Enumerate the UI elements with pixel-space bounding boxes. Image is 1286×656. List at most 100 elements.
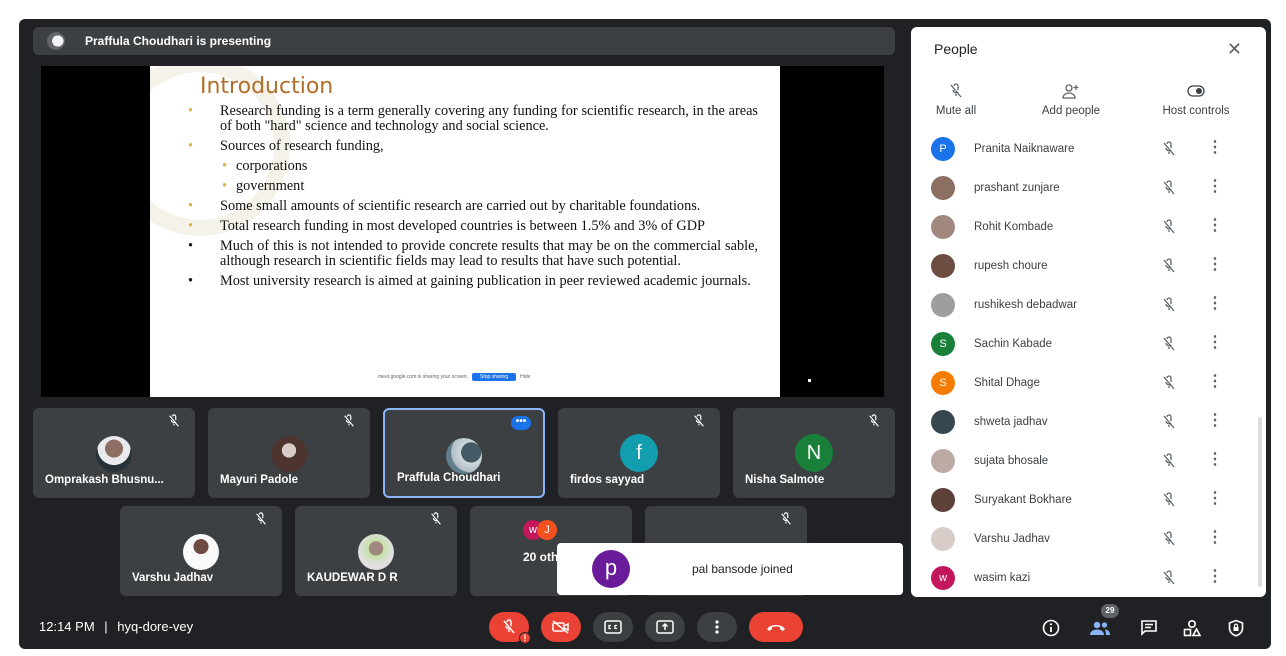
- mic-off-icon: [781, 512, 791, 525]
- captions-button[interactable]: [593, 612, 633, 642]
- presenting-banner[interactable]: Praffula Choudhari is presenting: [33, 27, 895, 55]
- slide-bullet: Some small amounts of scientific researc…: [188, 199, 758, 215]
- participant-row[interactable]: w wasim kazi ⋮: [911, 558, 1251, 597]
- close-icon[interactable]: ✕: [1227, 39, 1242, 60]
- participant-tile[interactable]: N Nisha Salmote: [733, 408, 895, 498]
- participant-row[interactable]: rupesh choure ⋮: [911, 246, 1251, 285]
- participant-avatar: S: [931, 370, 955, 395]
- participant-avatar: [931, 487, 955, 512]
- participant-avatar: w: [931, 565, 955, 590]
- participant-name: Mayuri Padole: [220, 474, 298, 486]
- info-icon: [1042, 619, 1060, 637]
- more-vert-icon[interactable]: ⋮: [1207, 179, 1223, 197]
- camera-toggle-button[interactable]: [541, 612, 581, 642]
- panel-scrollbar[interactable]: [1258, 417, 1262, 587]
- participant-row[interactable]: sujata bhosale ⋮: [911, 441, 1251, 480]
- mic-off-icon[interactable]: [1161, 258, 1177, 274]
- mic-off-icon[interactable]: [1161, 219, 1177, 235]
- mic-off-icon[interactable]: [1161, 297, 1177, 313]
- mic-off-icon: [869, 414, 879, 427]
- participant-tile[interactable]: Mayuri Padole: [208, 408, 370, 498]
- mic-off-icon[interactable]: [1161, 336, 1177, 352]
- more-options-icon[interactable]: •••: [511, 416, 531, 430]
- participant-name: Sachin Kabade: [974, 337, 1053, 350]
- slide-bullet-list: Research funding is a term generally cov…: [188, 104, 758, 294]
- participant-tile[interactable]: Omprakash Bhusnu...: [33, 408, 195, 498]
- chat-icon: [1141, 620, 1157, 636]
- add-people-label: Add people: [1041, 105, 1101, 117]
- hide-button[interactable]: Hide: [520, 374, 530, 380]
- captions-icon: [604, 620, 622, 634]
- show-everyone-button[interactable]: [1087, 615, 1113, 641]
- participant-name: Varshu Jadhav: [974, 532, 1050, 545]
- participant-name: wasim kazi: [974, 571, 1031, 584]
- participant-photo: [183, 534, 219, 570]
- participant-row[interactable]: S Shital Dhage ⋮: [911, 363, 1251, 402]
- participant-tile[interactable]: f firdos sayyad: [558, 408, 720, 498]
- activities-button[interactable]: [1179, 615, 1205, 641]
- participant-row[interactable]: P Pranita Naiknaware ⋮: [911, 129, 1251, 168]
- more-vert-icon[interactable]: ⋮: [1207, 140, 1223, 158]
- screen-share-area[interactable]: Introduction Research funding is a term …: [41, 66, 884, 397]
- add-people-button[interactable]: Add people: [1031, 81, 1111, 117]
- slide-bullet: Sources of research funding,: [188, 139, 758, 155]
- leave-call-button[interactable]: [749, 612, 803, 642]
- more-vert-icon[interactable]: ⋮: [1207, 335, 1223, 353]
- more-vert-icon[interactable]: ⋮: [1207, 296, 1223, 314]
- host-controls-button[interactable]: [1223, 615, 1249, 641]
- more-vert-icon[interactable]: ⋮: [1207, 530, 1223, 548]
- participant-photo: [271, 436, 307, 472]
- toggle-icon: [1187, 85, 1205, 97]
- participant-row[interactable]: shweta jadhav ⋮: [911, 402, 1251, 441]
- mic-off-icon[interactable]: [1161, 375, 1177, 391]
- participant-avatar: S: [931, 331, 955, 356]
- participant-tile-active-speaker[interactable]: ••• Praffula Choudhari: [383, 408, 545, 498]
- more-vert-icon[interactable]: ⋮: [1207, 452, 1223, 470]
- mic-off-icon: [694, 414, 704, 427]
- chat-button[interactable]: [1136, 615, 1162, 641]
- more-options-button[interactable]: [697, 612, 737, 642]
- meeting-details-button[interactable]: [1038, 615, 1064, 641]
- participant-row[interactable]: Varshu Jadhav ⋮: [911, 519, 1251, 558]
- end-call-icon: [767, 625, 785, 631]
- slide-bullet: Much of this is not intended to provide …: [188, 239, 758, 269]
- slide-sub-bullet: corporations: [188, 159, 758, 175]
- people-icon: [1090, 621, 1110, 635]
- participant-row[interactable]: rushikesh debadwar ⋮: [911, 285, 1251, 324]
- participant-row[interactable]: Rohit Kombade ⋮: [911, 207, 1251, 246]
- stop-sharing-button[interactable]: Stop sharing: [472, 373, 517, 381]
- microphone-toggle-button[interactable]: !: [489, 612, 531, 644]
- host-controls-button[interactable]: Host controls: [1151, 81, 1241, 117]
- participant-row[interactable]: prashant zunjare ⋮: [911, 168, 1251, 207]
- present-icon: [656, 620, 674, 634]
- people-panel: People ✕ Mute all Add people Host contro…: [911, 27, 1266, 597]
- present-screen-button[interactable]: [645, 612, 685, 642]
- more-vert-icon[interactable]: ⋮: [1207, 257, 1223, 275]
- participant-name: Shital Dhage: [974, 376, 1040, 389]
- people-panel-title: People: [934, 41, 978, 57]
- more-vert-icon[interactable]: ⋮: [1207, 218, 1223, 236]
- mic-off-icon: [431, 512, 441, 525]
- add-person-icon: [1062, 84, 1079, 99]
- mic-off-icon[interactable]: [1161, 531, 1177, 547]
- participant-row[interactable]: S Sachin Kabade ⋮: [911, 324, 1251, 363]
- participant-tile[interactable]: KAUDEWAR D R: [295, 506, 457, 596]
- participant-row[interactable]: Suryakant Bokhare ⋮: [911, 480, 1251, 519]
- mic-off-icon[interactable]: [1161, 141, 1177, 157]
- mic-off-icon[interactable]: [1161, 570, 1177, 586]
- participant-photo: [96, 436, 132, 472]
- mic-off-icon[interactable]: [1161, 180, 1177, 196]
- mic-off-icon: [950, 83, 962, 98]
- more-vert-icon[interactable]: ⋮: [1207, 413, 1223, 431]
- mic-off-icon[interactable]: [1161, 492, 1177, 508]
- mute-all-button[interactable]: Mute all: [931, 81, 981, 117]
- mouse-cursor: [808, 379, 811, 382]
- more-vert-icon[interactable]: ⋮: [1207, 374, 1223, 392]
- meeting-code: hyq-dore-vey: [117, 619, 194, 634]
- mic-off-icon[interactable]: [1161, 414, 1177, 430]
- slide-title: Introduction: [200, 74, 334, 99]
- more-vert-icon[interactable]: ⋮: [1207, 491, 1223, 509]
- participant-tile[interactable]: Varshu Jadhav: [120, 506, 282, 596]
- mic-off-icon[interactable]: [1161, 453, 1177, 469]
- more-vert-icon[interactable]: ⋮: [1207, 569, 1223, 587]
